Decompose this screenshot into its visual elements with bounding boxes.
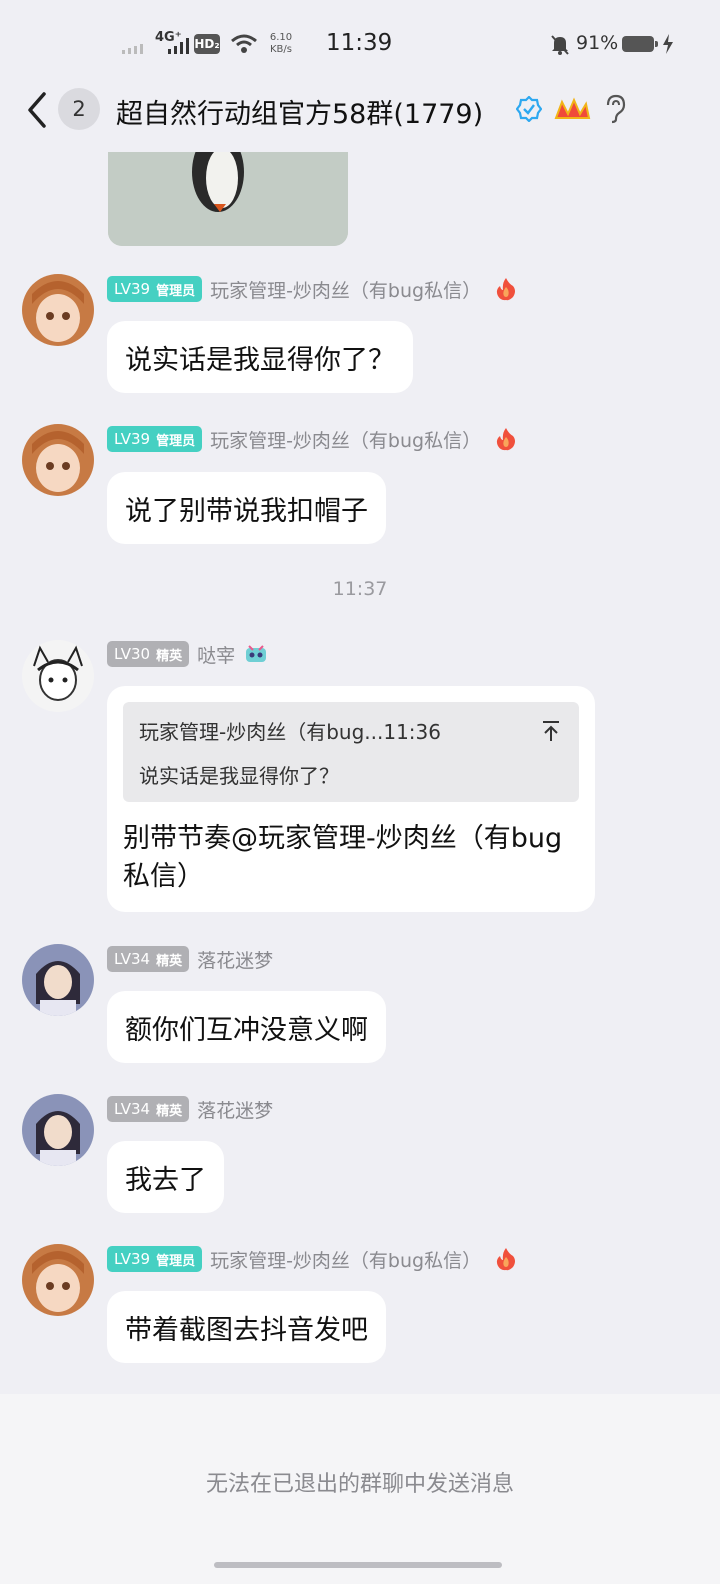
signal-strong-icon [168,38,189,54]
message-meta: LV39 管理员 玩家管理-炒肉丝（有bug私信） [107,276,517,302]
level-badge: LV39 管理员 [107,1246,203,1272]
reply-message-bubble[interactable]: 玩家管理-炒肉丝（有bug...11:36 说实话是我显得你了？ 别带节奏@玩家… [107,686,595,912]
clock: 11:39 [326,30,393,56]
message-meta: LV30 精英 哒宰 [107,641,269,667]
message-meta: LV34 精英 落花迷梦 [107,946,273,972]
message-meta: LV39 管理员 玩家管理-炒肉丝（有bug私信） [107,1246,517,1272]
sender-name[interactable]: 落花迷梦 [197,1096,273,1123]
battery-percent: 91% [576,32,619,54]
flame-icon [496,428,516,451]
penguin-image [108,152,348,246]
message-meta: LV39 管理员 玩家管理-炒肉丝（有bug私信） [107,426,517,452]
time-divider: 11:37 [332,578,388,600]
ancient-style-avatar [22,1094,94,1166]
avatar[interactable] [22,424,94,496]
avatar[interactable] [22,640,94,712]
game-logo-icon [554,97,591,119]
ancient-style-avatar [22,944,94,1016]
avatar[interactable] [22,1244,94,1316]
message-bubble[interactable]: 带着截图去抖音发吧 [107,1291,386,1363]
anime-girl-avatar [22,1244,94,1316]
signal-weak-icon [122,44,143,54]
quote-header: 玩家管理-炒肉丝（有bug...11:36 [139,720,441,744]
chat-header: 2 超自然行动组官方58群(1779) [0,80,720,150]
quote-text: 说实话是我显得你了？ [139,764,339,788]
flame-icon [496,1248,516,1271]
avatar[interactable] [22,1094,94,1166]
ear-icon[interactable] [604,94,626,124]
flame-icon [496,278,516,301]
level-badge: LV39 管理员 [107,276,203,302]
message-bubble[interactable]: 说实话是我显得你了？ [107,321,413,393]
network-speed: 6.10 KB/s [269,32,293,55]
robot-badge-icon [246,645,267,662]
verified-icon [516,96,542,122]
hd-voice-icon: HD₂ [194,34,220,54]
wifi-icon [231,34,257,53]
sender-name[interactable]: 哒宰 [197,641,235,668]
sender-name[interactable]: 玩家管理-炒肉丝（有bug私信） [210,276,481,303]
message-bubble[interactable]: 额你们互冲没意义啊 [107,991,386,1063]
status-bar: 4G⁺ HD₂ 6.10 KB/s 11:39 91% [0,0,720,90]
anime-girl-avatar [22,274,94,346]
cannot-send-notice: 无法在已退出的群聊中发送消息 [205,1472,514,1497]
level-badge: LV30 精英 [107,641,190,667]
shared-image-penguin[interactable] [108,152,348,246]
message-text: 别带节奏@玩家管理-炒肉丝（有bug私信） [123,823,563,892]
avatar[interactable] [22,944,94,1016]
avatar[interactable] [22,274,94,346]
level-badge: LV39 管理员 [107,426,203,452]
manga-sketch-avatar [22,640,94,712]
message-meta: LV34 精英 落花迷梦 [107,1096,273,1122]
home-indicator[interactable] [214,1562,502,1568]
jump-to-quote-icon[interactable] [541,720,561,742]
message-bubble[interactable]: 我去了 [107,1141,224,1213]
unread-count-badge[interactable]: 2 [58,88,100,130]
sender-name[interactable]: 落花迷梦 [197,946,273,973]
message-bubble[interactable]: 说了别带说我扣帽子 [107,472,386,544]
battery-icon [622,36,658,52]
mute-bell-icon [551,35,569,55]
anime-girl-avatar [22,424,94,496]
charging-icon [663,34,673,54]
sender-name[interactable]: 玩家管理-炒肉丝（有bug私信） [210,1246,481,1273]
sender-name[interactable]: 玩家管理-炒肉丝（有bug私信） [210,426,481,453]
level-badge: LV34 精英 [107,946,190,972]
back-arrow-icon[interactable] [24,90,50,130]
input-disabled-footer: 无法在已退出的群聊中发送消息 [0,1394,720,1584]
chat-title[interactable]: 超自然行动组官方58群(1779) [116,92,483,131]
quoted-message[interactable]: 玩家管理-炒肉丝（有bug...11:36 说实话是我显得你了？ [123,702,579,802]
level-badge: LV34 精英 [107,1096,190,1122]
